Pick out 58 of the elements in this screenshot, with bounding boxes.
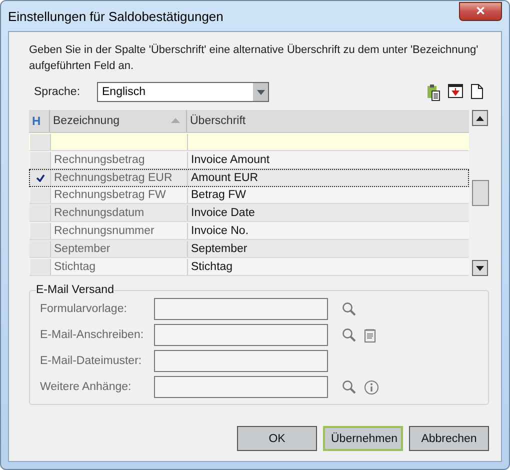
search-icon[interactable]: [342, 302, 356, 316]
down-arrow-icon: [476, 266, 484, 270]
scroll-down-button[interactable]: [472, 260, 488, 276]
table-cell: Invoice Date: [187, 205, 468, 222]
dialog-button[interactable]: Übernehmen: [323, 426, 403, 451]
table-row[interactable]: September September: [29, 240, 469, 258]
dialog-button[interactable]: OK: [237, 426, 317, 451]
caret-icon: [256, 90, 264, 94]
table-cell: Invoice No.: [187, 223, 468, 240]
language-dropdown[interactable]: Englisch: [97, 82, 269, 102]
table-row[interactable]: Rechnungsbetrag Invoice Amount: [29, 150, 469, 169]
document-icon[interactable]: [471, 84, 483, 98]
close-button[interactable]: ✕: [459, 2, 502, 20]
field-label: E-Mail-Anschreiben:: [40, 329, 145, 341]
dialog-button[interactable]: Abbrechen: [409, 426, 489, 451]
sort-icon: [171, 118, 180, 124]
field-label: Formularvorlage:: [40, 303, 128, 315]
clipboard-icon[interactable]: [427, 84, 440, 100]
check-icon: [36, 174, 44, 182]
input-field[interactable]: [154, 350, 328, 372]
table-cell: Rechnungsbetrag: [50, 152, 187, 168]
table-cell: Rechnungsnummer: [50, 223, 187, 240]
group-title: E-Mail Versand: [36, 284, 114, 296]
table-row[interactable]: Stichtag Stichtag: [29, 258, 469, 276]
intro-text: Geben Sie in der Spalte 'Überschrift' eine alternative Überschrift zu dem unter 'Bezeichnung' aufgeführten Feld an.: [29, 42, 480, 74]
import-icon[interactable]: [448, 84, 463, 98]
table-cell: Amount EUR: [187, 170, 468, 186]
field-label: Weitere Anhänge:: [40, 381, 132, 393]
table-row[interactable]: Rechnungsdatum Invoice Date: [29, 204, 469, 222]
table-cell: Betrag FW: [187, 188, 468, 204]
table-cell: Stichtag: [50, 259, 187, 275]
search-icon[interactable]: [342, 380, 356, 394]
table-cell: Rechnungsbetrag EUR: [50, 170, 187, 186]
info-icon[interactable]: [364, 380, 379, 394]
table-cell: Rechnungsbetrag FW: [50, 188, 187, 204]
row-header-mark: H: [31, 114, 42, 128]
scrollbar[interactable]: [471, 110, 489, 276]
up-arrow-icon: [476, 116, 484, 120]
table-cell: September: [50, 241, 187, 258]
scrollbar-thumb[interactable]: [472, 180, 488, 206]
input-field[interactable]: [154, 298, 328, 320]
table-cell: September: [187, 241, 468, 258]
notepad-icon[interactable]: [364, 328, 377, 342]
table-cell: Invoice Amount: [187, 152, 468, 168]
input-field[interactable]: [154, 376, 328, 398]
input-field[interactable]: [154, 324, 328, 346]
table-row[interactable]: Rechnungsnummer Invoice No.: [29, 222, 469, 240]
table-row[interactable]: Rechnungsbetrag FW Betrag FW: [29, 186, 469, 204]
field-label: E-Mail-Dateimuster:: [40, 355, 143, 367]
table-cell: Stichtag: [187, 259, 468, 275]
language-label: Sprache:: [34, 86, 82, 98]
column-header[interactable]: Überschrift: [186, 110, 469, 132]
column-header[interactable]: Bezeichnung: [49, 110, 186, 132]
scroll-up-button[interactable]: [472, 110, 488, 126]
table-cell: Rechnungsdatum: [50, 205, 187, 222]
table-row[interactable]: Rechnungsbetrag EUR Amount EUR: [29, 168, 469, 187]
search-icon[interactable]: [342, 328, 356, 342]
window-title: Einstellungen für Saldobestätigungen: [8, 8, 224, 24]
